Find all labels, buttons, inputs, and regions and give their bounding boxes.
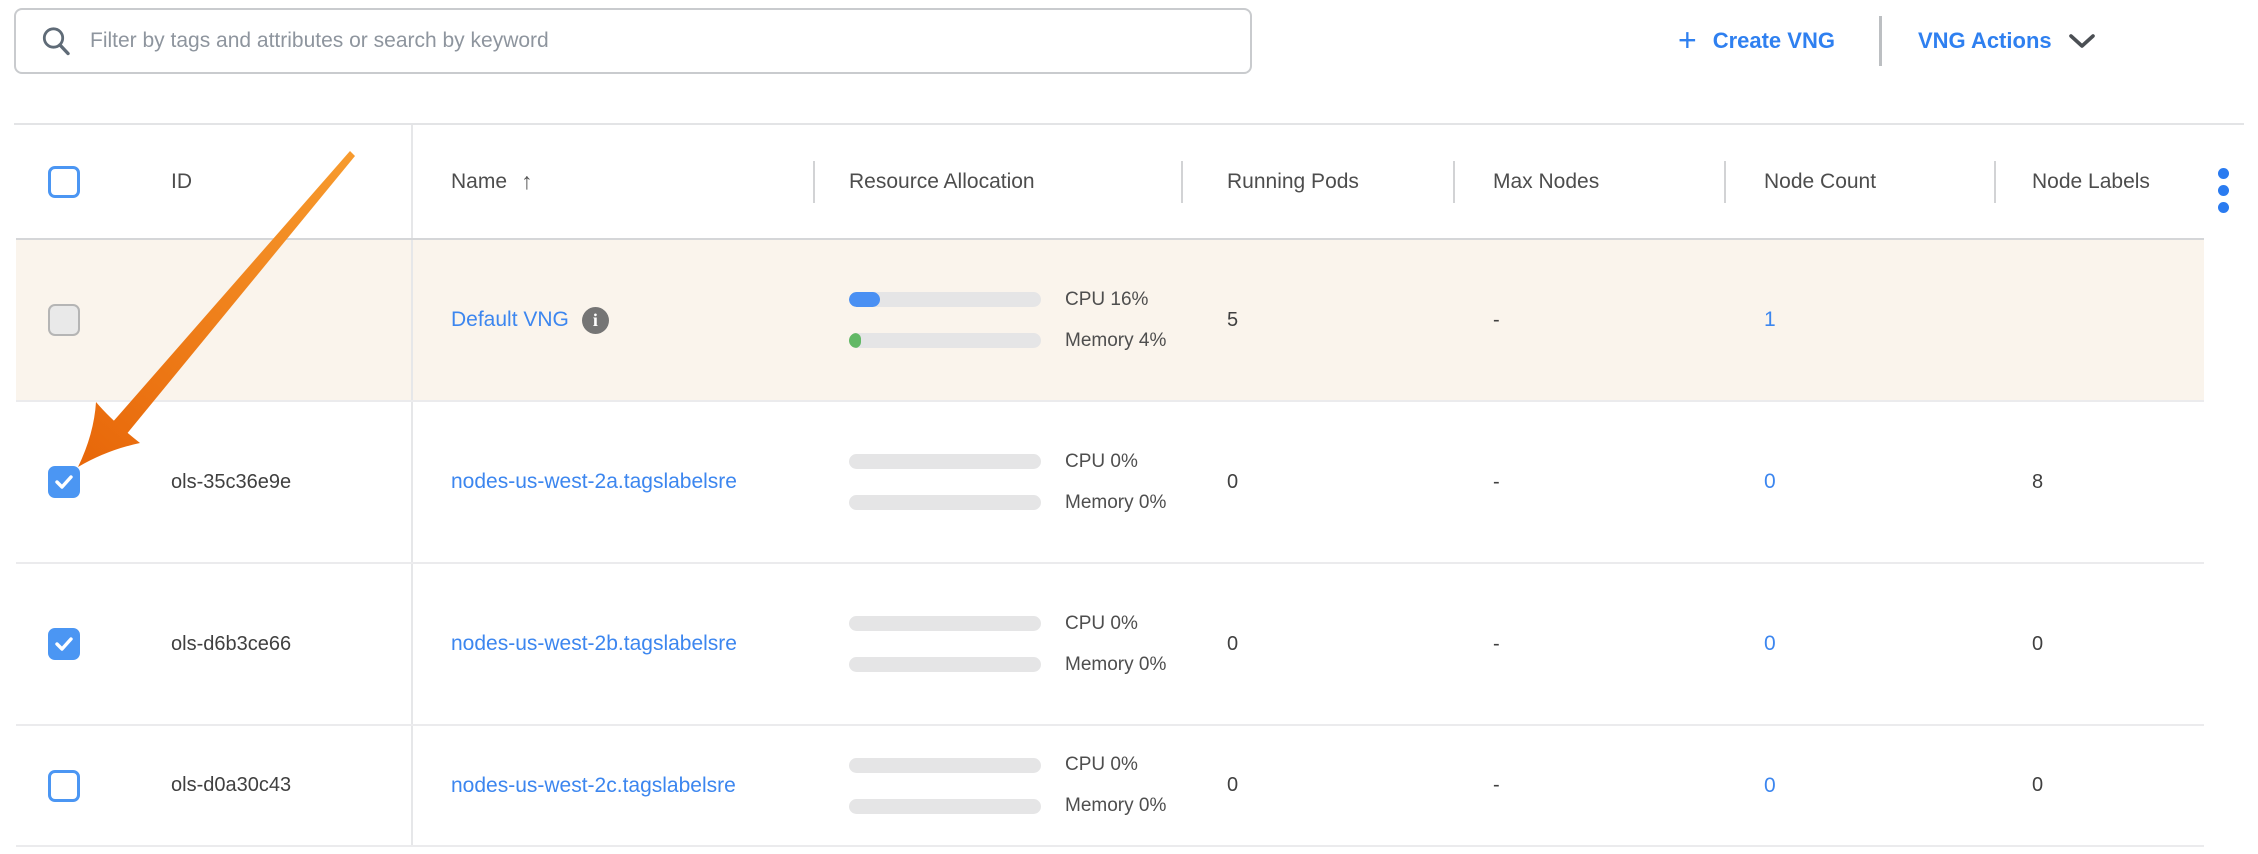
memory-usage-label: Memory 0% [1065, 492, 1166, 514]
running-pods-value: 5 [1181, 240, 1453, 400]
node-labels-value [1994, 240, 2204, 400]
node-labels-value: 8 [1994, 402, 2204, 562]
vng-id [131, 240, 413, 400]
memory-usage-bar [849, 799, 1041, 814]
node-labels-value: 0 [1994, 564, 2204, 724]
cpu-usage-bar [849, 454, 1041, 469]
filter-search-input[interactable]: Filter by tags and attributes or search … [14, 8, 1252, 74]
chevron-down-icon [2068, 32, 2096, 50]
row-checkbox[interactable] [48, 628, 80, 660]
memory-usage-label: Memory 0% [1065, 654, 1166, 676]
create-vng-button[interactable]: + Create VNG [1678, 27, 1835, 56]
column-header-name[interactable]: Name ↑ [413, 125, 813, 238]
vng-name-link[interactable]: nodes-us-west-2b.tagslabelsre [451, 632, 737, 656]
cpu-usage-bar [849, 616, 1041, 631]
max-nodes-value: - [1453, 402, 1724, 562]
node-count-link[interactable]: 0 [1764, 774, 1776, 798]
memory-usage-bar [849, 495, 1041, 510]
column-header-node-labels[interactable]: Node Labels [1994, 125, 2204, 238]
vng-name-link[interactable]: Default VNG [451, 308, 569, 332]
vng-name-link[interactable]: nodes-us-west-2a.tagslabelsre [451, 470, 737, 494]
running-pods-value: 0 [1181, 726, 1453, 845]
vng-name-link[interactable]: nodes-us-west-2c.tagslabelsre [451, 774, 736, 798]
info-icon[interactable]: i [582, 307, 609, 334]
row-checkbox[interactable] [48, 466, 80, 498]
node-count-link[interactable]: 0 [1764, 632, 1776, 656]
toolbar: + Create VNG VNG Actions [1660, 0, 2220, 82]
table-row: ols-35c36e9e nodes-us-west-2a.tagslabels… [16, 402, 2204, 564]
toolbar-divider [1879, 16, 1882, 66]
node-count-link[interactable]: 0 [1764, 470, 1776, 494]
max-nodes-value: - [1453, 240, 1724, 400]
table-row: Default VNG i CPU 16% Memory 4% 5 - 1 [16, 240, 2204, 402]
search-icon [40, 25, 72, 57]
vng-actions-dropdown[interactable]: VNG Actions [1918, 28, 2096, 54]
max-nodes-value: - [1453, 726, 1724, 845]
select-all-checkbox[interactable] [48, 166, 80, 198]
running-pods-value: 0 [1181, 402, 1453, 562]
memory-usage-bar [849, 333, 1041, 348]
cpu-usage-label: CPU 0% [1065, 451, 1138, 473]
plus-icon: + [1678, 24, 1697, 56]
cpu-usage-bar [849, 292, 1041, 307]
sort-ascending-icon[interactable]: ↑ [521, 168, 533, 195]
vng-id: ols-d0a30c43 [131, 726, 413, 845]
node-count-link[interactable]: 1 [1764, 308, 1776, 332]
memory-usage-label: Memory 4% [1065, 330, 1166, 352]
table-header-row: ID Name ↑ Resource Allocation Running Po… [16, 125, 2204, 240]
column-header-id[interactable]: ID [131, 125, 413, 238]
memory-usage-bar [849, 657, 1041, 672]
column-header-resource-allocation[interactable]: Resource Allocation [813, 125, 1181, 238]
cpu-usage-bar [849, 758, 1041, 773]
column-header-node-count[interactable]: Node Count [1724, 125, 1994, 238]
table-row: ols-d0a30c43 nodes-us-west-2c.tagslabels… [16, 726, 2204, 847]
row-checkbox[interactable] [48, 770, 80, 802]
vng-id: ols-d6b3ce66 [131, 564, 413, 724]
cpu-usage-label: CPU 16% [1065, 289, 1148, 311]
column-header-running-pods[interactable]: Running Pods [1181, 125, 1453, 238]
cpu-usage-label: CPU 0% [1065, 754, 1138, 776]
vng-id: ols-35c36e9e [131, 402, 413, 562]
create-vng-label: Create VNG [1713, 28, 1835, 54]
column-menu-kebab-icon[interactable] [2218, 168, 2229, 213]
running-pods-value: 0 [1181, 564, 1453, 724]
vng-actions-label: VNG Actions [1918, 28, 2052, 54]
cpu-usage-label: CPU 0% [1065, 613, 1138, 635]
max-nodes-value: - [1453, 564, 1724, 724]
column-header-max-nodes[interactable]: Max Nodes [1453, 125, 1724, 238]
row-checkbox[interactable] [48, 304, 80, 336]
vng-table: ID Name ↑ Resource Allocation Running Po… [16, 125, 2204, 847]
memory-usage-label: Memory 0% [1065, 795, 1166, 817]
node-labels-value: 0 [1994, 726, 2204, 845]
table-row: ols-d6b3ce66 nodes-us-west-2b.tagslabels… [16, 564, 2204, 726]
search-placeholder: Filter by tags and attributes or search … [90, 29, 549, 53]
